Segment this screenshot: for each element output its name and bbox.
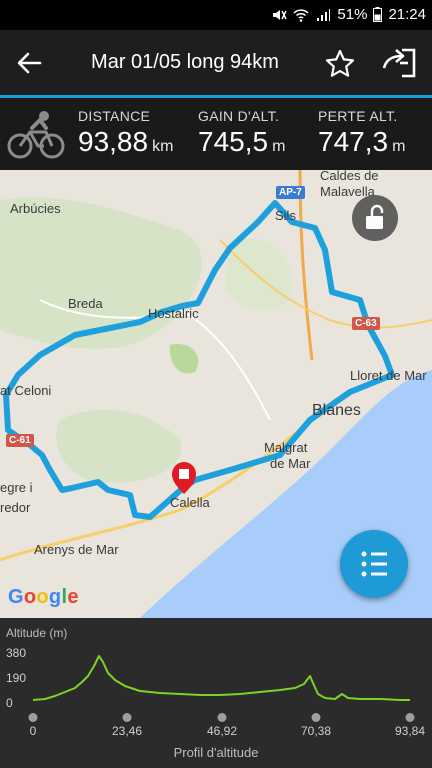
stat-unit: km xyxy=(152,138,174,155)
map-label-celoni: at Celoni xyxy=(0,383,52,398)
altitude-profile: Altitude (m) 380 190 0 0 23,46 46,92 70,… xyxy=(0,618,432,768)
map-label-arbucies: Arbúcies xyxy=(10,201,61,216)
activity-title: Mar 01/05 long 94km xyxy=(91,51,279,73)
list-icon xyxy=(361,551,387,577)
stat-label: GAIN D'ALT. xyxy=(198,108,280,124)
share-export-icon[interactable] xyxy=(380,46,418,80)
stat-distance: DISTANCE 93,88 km xyxy=(78,108,173,158)
battery-icon xyxy=(373,7,383,22)
unlock-icon xyxy=(366,204,384,229)
map-label-breda: Breda xyxy=(68,296,103,311)
clock: 21:24 xyxy=(388,6,426,23)
stat-elevation-gain: GAIN D'ALT. 745,5 m xyxy=(198,108,285,158)
stat-label: DISTANCE xyxy=(78,108,151,124)
profile-x-label: 70,38 xyxy=(300,724,332,738)
profile-x-marker xyxy=(122,713,132,722)
map-label-calella: Calella xyxy=(170,495,210,510)
profile-x-marker xyxy=(217,713,227,722)
road-badge-c61: C-61 xyxy=(6,434,34,447)
mute-icon xyxy=(273,9,288,20)
altitude-graph xyxy=(32,655,410,701)
signal-icon xyxy=(317,8,331,21)
stat-unit: m xyxy=(392,138,406,155)
profile-x-label: 46,92 xyxy=(206,724,238,738)
status-bar: 51% 21:24 xyxy=(0,0,432,30)
battery-percent: 51% xyxy=(337,6,368,23)
map-label-blanes: Blanes xyxy=(312,402,361,419)
cycling-icon xyxy=(7,111,65,159)
profile-x-marker xyxy=(28,713,38,722)
google-logo: Google xyxy=(8,586,79,608)
profile-x-marker xyxy=(405,713,415,722)
map-label-arenys: Arenys de Mar xyxy=(34,542,119,557)
profile-x-label: 93,84 xyxy=(394,724,426,738)
map-label-redor: redor xyxy=(0,500,31,515)
back-arrow-icon[interactable] xyxy=(14,48,44,78)
wifi-icon xyxy=(293,8,309,22)
road-badge-c63: C-63 xyxy=(352,317,380,330)
profile-x-label: 0 xyxy=(29,724,37,738)
stat-value: 93,88 xyxy=(78,126,149,157)
stat-label: PERTE ALT. xyxy=(318,108,398,124)
map-label-egre: egre i xyxy=(0,480,33,495)
map-label-caldes: Caldes de xyxy=(320,170,379,183)
favorite-star-icon[interactable] xyxy=(324,48,356,80)
altitude-line xyxy=(32,655,410,701)
stats-bar: DISTANCE 93,88 km GAIN D'ALT. 745,5 m PERT… xyxy=(0,98,432,170)
map-lock-button[interactable] xyxy=(352,195,398,241)
stat-elevation-loss: PERTE ALT. 747,3 m xyxy=(318,108,405,158)
stat-value: 747,3 xyxy=(318,126,389,157)
map-label-lloret: Lloret de Mar xyxy=(350,368,427,383)
road-badge-ap7: AP-7 xyxy=(276,186,305,199)
map-label-hostalric: Hostalric xyxy=(148,306,199,321)
profile-x-marker xyxy=(311,713,321,722)
stat-value: 745,5 xyxy=(198,126,269,157)
profile-x-label: 23,46 xyxy=(111,724,143,738)
stat-unit: m xyxy=(272,138,286,155)
map-label-de-mar: de Mar xyxy=(270,456,311,471)
map-label-sils: Sils xyxy=(275,208,296,223)
list-menu-button[interactable] xyxy=(340,530,408,598)
app-bar: Mar 01/05 long 94km xyxy=(0,30,432,96)
map-label-malgrat: Malgrat xyxy=(264,440,308,455)
profile-footer: Profil d'altitude xyxy=(173,745,259,760)
